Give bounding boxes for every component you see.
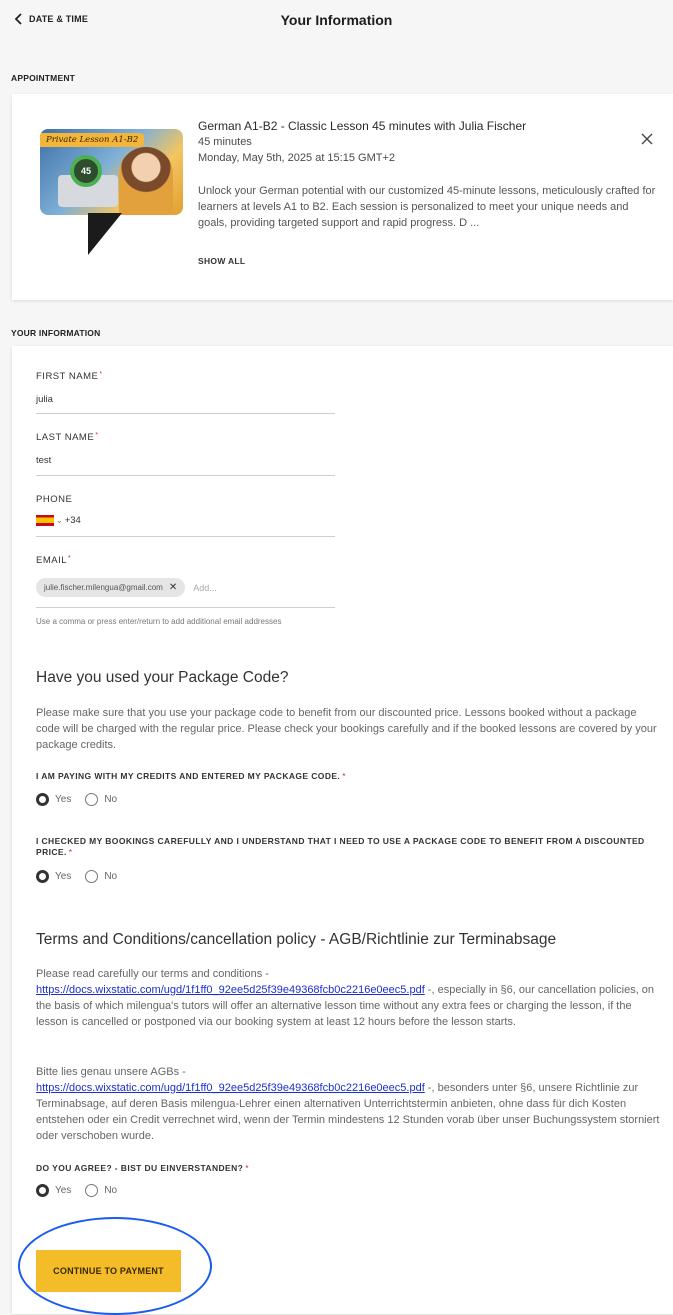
speech-bubble-tail	[88, 213, 122, 255]
terms-no-radio[interactable]: No	[85, 1184, 117, 1197]
package-question-2: I CHECKED MY BOOKINGS CAREFULLY AND I UN…	[36, 836, 656, 858]
chevron-down-icon[interactable]: ⌄	[56, 516, 63, 525]
service-description: Unlock your German potential with our cu…	[198, 185, 656, 229]
email-hint: Use a comma or press enter/return to add…	[36, 617, 282, 626]
tutor-photo	[119, 147, 173, 215]
terms-link-de[interactable]: https://docs.wixstatic.com/ugd/1f1ff0_92…	[36, 1082, 425, 1094]
package-question-2-options: Yes No	[36, 870, 117, 883]
package-heading: Have you used your Package Code?	[36, 669, 289, 686]
last-name-field[interactable]: LAST NAME* test	[36, 432, 335, 476]
radio-empty-icon[interactable]	[85, 1184, 99, 1197]
required-asterisk: *	[342, 771, 346, 781]
email-input-row[interactable]: julie.fischer.milengua@gmail.com ✕ Add...	[36, 578, 335, 597]
q1-no-radio[interactable]: No	[85, 793, 117, 806]
radio-empty-icon[interactable]	[85, 870, 99, 883]
email-chip-text: julie.fischer.milengua@gmail.com	[44, 583, 163, 592]
terms-heading: Terms and Conditions/cancellation policy…	[36, 931, 557, 948]
radio-selected-icon[interactable]	[36, 1184, 49, 1197]
page-title: Your Information	[280, 12, 393, 28]
remove-chip-icon[interactable]: ✕	[169, 582, 177, 593]
appointment-date: Monday, May 5th, 2025 at 15:15 GMT+2	[198, 152, 395, 164]
email-label-text: EMAIL	[36, 555, 68, 566]
first-name-field[interactable]: FIRST NAME* julia	[36, 371, 335, 414]
email-chip[interactable]: julie.fischer.milengua@gmail.com ✕	[36, 578, 186, 597]
radio-selected-icon[interactable]	[36, 870, 49, 883]
spain-flag-icon[interactable]	[36, 515, 54, 526]
q2-no-radio[interactable]: No	[85, 870, 117, 883]
phone-value[interactable]: ⌄ +34	[36, 515, 335, 526]
package-text: Please make sure that you use your packa…	[36, 707, 657, 751]
service-thumbnail: 45 Private Lesson A1-B2	[40, 129, 183, 215]
first-name-label: FIRST NAME*	[36, 371, 335, 382]
phone-underline	[36, 536, 335, 537]
first-name-label-text: FIRST NAME	[36, 371, 99, 382]
thumbnail-badge: Private Lesson A1-B2	[40, 133, 145, 147]
terms-no-label: No	[104, 1185, 118, 1196]
required-asterisk: *	[99, 371, 103, 378]
timer-value: 45	[80, 166, 91, 176]
terms-text-de: Bitte lies genau unsere AGBs - https://d…	[36, 1064, 661, 1144]
package-question-1-options: Yes No	[36, 793, 117, 806]
appointment-card: 45 Private Lesson A1-B2 German A1-B2 - C…	[12, 94, 673, 300]
terms-yes-label: Yes	[55, 1185, 72, 1196]
country-code: +34	[64, 515, 81, 527]
timer-icon: 45	[70, 155, 102, 187]
last-name-label: LAST NAME*	[36, 432, 335, 443]
terms-question-options: Yes No	[36, 1184, 117, 1197]
q2-yes-label: Yes	[55, 871, 72, 882]
show-all-link[interactable]: SHOW ALL	[198, 256, 245, 266]
radio-empty-icon[interactable]	[85, 793, 99, 806]
package-question-1: I AM PAYING WITH MY CREDITS AND ENTERED …	[36, 771, 656, 782]
info-section-label: YOUR INFORMATION	[11, 328, 101, 338]
last-name-underline	[36, 475, 335, 476]
close-icon[interactable]	[640, 132, 654, 146]
email-underline	[36, 607, 335, 608]
last-name-value[interactable]: test	[36, 455, 335, 466]
terms-link-en[interactable]: https://docs.wixstatic.com/ugd/1f1ff0_92…	[36, 984, 425, 996]
continue-to-payment-button[interactable]: CONTINUE TO PAYMENT	[36, 1250, 181, 1292]
phone-label: PHONE	[36, 494, 73, 505]
terms-question: DO YOU AGREE? - BIST DU EINVERSTANDEN? *	[36, 1163, 656, 1174]
first-name-underline	[36, 413, 335, 414]
terms-question-text: DO YOU AGREE? - BIST DU EINVERSTANDEN?	[36, 1163, 244, 1173]
q2-yes-radio[interactable]: Yes	[36, 870, 71, 883]
required-asterisk: *	[95, 432, 99, 439]
terms-en-intro: Please read carefully our terms and cond…	[36, 968, 269, 980]
email-label: EMAIL*	[36, 555, 335, 566]
first-name-value[interactable]: julia	[36, 394, 335, 405]
email-field[interactable]: EMAIL* julie.fischer.milengua@gmail.com ✕…	[36, 555, 335, 608]
required-asterisk: *	[68, 847, 73, 857]
required-asterisk: *	[68, 555, 72, 562]
required-asterisk: *	[245, 1163, 249, 1173]
information-form-card: FIRST NAME* julia LAST NAME* test PHONE …	[12, 346, 673, 1314]
top-bar: DATE & TIME Your Information	[0, 0, 673, 44]
appointment-section-label: APPOINTMENT	[11, 73, 76, 83]
service-title: German A1-B2 - Classic Lesson 45 minutes…	[198, 119, 527, 133]
terms-text-en: Please read carefully our terms and cond…	[36, 966, 661, 1030]
last-name-label-text: LAST NAME	[36, 432, 95, 443]
terms-de-intro: Bitte lies genau unsere AGBs -	[36, 1066, 186, 1078]
radio-selected-icon[interactable]	[36, 793, 49, 806]
q1-no-label: No	[104, 794, 118, 805]
service-duration: 45 minutes	[198, 136, 252, 148]
package-question-2-text: I CHECKED MY BOOKINGS CAREFULLY AND I UN…	[36, 836, 645, 857]
package-question-1-text: I AM PAYING WITH MY CREDITS AND ENTERED …	[36, 771, 341, 781]
q1-yes-radio[interactable]: Yes	[36, 793, 71, 806]
terms-yes-radio[interactable]: Yes	[36, 1184, 71, 1197]
q1-yes-label: Yes	[55, 794, 72, 805]
phone-field[interactable]: PHONE ⌄ +34	[36, 494, 335, 537]
q2-no-label: No	[104, 871, 118, 882]
email-add-input[interactable]: Add...	[193, 583, 217, 593]
